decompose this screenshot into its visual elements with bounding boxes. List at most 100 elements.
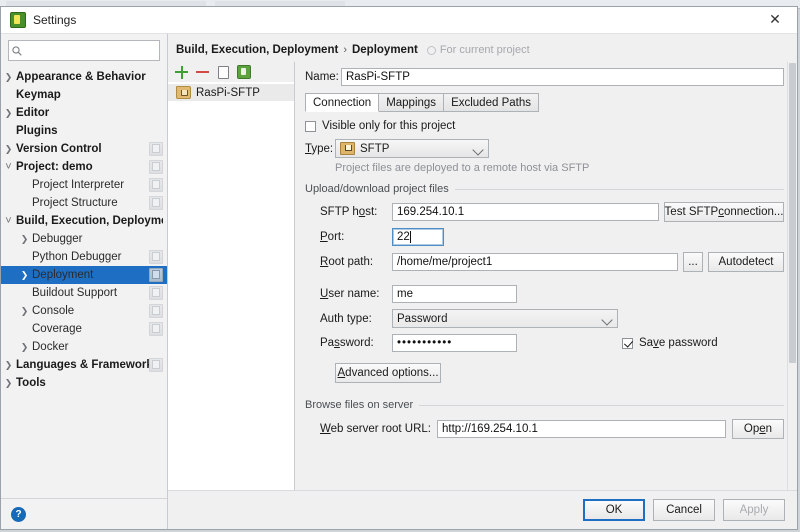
server-list-toolbar [168,62,294,82]
browse-group-header: Browse files on server [305,399,784,411]
sidebar-item-label: Keymap [16,89,61,101]
close-icon[interactable]: ✕ [753,7,797,32]
app-icon [10,12,26,28]
save-password-row[interactable]: Save password [622,337,718,349]
sidebar-item-project-interpreter[interactable]: Project Interpreter [1,176,167,194]
sidebar-item-label: Python Debugger [32,251,122,263]
sidebar-item-build-execution-deployment[interactable]: ˅ Build, Execution, Deployment [1,212,167,230]
remove-server-icon[interactable] [196,66,209,79]
chevron-right-icon[interactable]: ❯ [1,378,16,389]
web-root-row: Web server root URL: http://169.254.10.1… [305,419,784,439]
tab-connection[interactable]: Connection [305,93,380,112]
chevron-right-icon[interactable]: ❯ [17,342,32,353]
form-scrollbar-thumb[interactable] [789,63,796,363]
sidebar-item-console[interactable]: ❯ Console [1,302,167,320]
web-root-input[interactable]: http://169.254.10.1 [437,420,726,438]
form-scrollbar-track[interactable] [787,62,797,490]
cancel-button[interactable]: Cancel [653,499,715,521]
server-list-item[interactable]: RasPi-SFTP [168,84,294,101]
sidebar-item-project-structure[interactable]: Project Structure [1,194,167,212]
breadcrumb-root[interactable]: Build, Execution, Deployment [176,44,338,56]
sidebar-item-tools[interactable]: ❯ Tools [1,374,167,392]
user-name-input[interactable]: me [392,285,517,303]
port-value: 22 [397,231,410,243]
sidebar-item-label: Coverage [32,323,82,335]
chevron-right-icon[interactable]: ❯ [17,306,32,317]
window-title: Settings [33,13,77,27]
tab-excluded-paths[interactable]: Excluded Paths [444,93,539,112]
password-input[interactable]: ••••••••••• [392,334,517,352]
root-path-label: Root path: [320,256,374,268]
save-password-checkbox[interactable] [622,337,633,349]
auth-type-dropdown[interactable]: Password [392,309,618,328]
sidebar-item-editor[interactable]: ❯ Editor [1,104,167,122]
port-input[interactable]: 22 [392,228,444,246]
sidebar-item-deployment[interactable]: ❯ Deployment [1,266,167,284]
title-bar: Settings ✕ [1,7,797,34]
apply-button: Apply [723,499,785,521]
sidebar-item-python-debugger[interactable]: Python Debugger [1,248,167,266]
sidebar-item-debugger[interactable]: ❯ Debugger [1,230,167,248]
root-path-row: Root path: /home/me/project1 ... Autodet… [305,252,784,272]
sidebar-item-label: Docker [32,341,69,353]
name-input[interactable]: RasPi-SFTP [341,68,784,86]
settings-sidebar: ❯ Appearance & Behavior Keymap ❯ Editor Plugi… [1,34,168,529]
sidebar-item-project-demo[interactable]: ˅ Project: demo [1,158,167,176]
chevron-down-icon[interactable]: ˅ [1,161,16,173]
name-row: Name: RasPi-SFTP [305,68,784,86]
search-box[interactable] [8,40,160,61]
open-button[interactable]: Op e n [732,419,784,439]
type-dropdown[interactable]: SFTP [335,139,489,158]
chevron-right-icon[interactable]: ❯ [17,234,32,245]
sidebar-item-appearance-behavior[interactable]: ❯ Appearance & Behavior [1,68,167,86]
sidebar-item-coverage[interactable]: Coverage [1,320,167,338]
ok-button[interactable]: OK [583,499,645,521]
sidebar-item-label: Version Control [16,143,102,155]
settings-window: Settings ✕ ❯ Appearance & Behavior Keymap ❯… [0,6,798,530]
copy-server-icon[interactable] [216,64,229,79]
user-name-label: User name: [320,288,380,300]
user-name-row: User name: me [305,285,784,303]
password-label: Password: [320,337,374,349]
sftp-host-row: SFTP host: 169.254.10.1 Test SFTP c onnec… [305,202,784,222]
sidebar-item-docker[interactable]: ❯ Docker [1,338,167,356]
toggle-visible-icon[interactable] [237,65,251,79]
search-icon [9,45,25,56]
sidebar-item-label: Appearance & Behavior [16,71,146,83]
search-input[interactable] [25,44,145,57]
sidebar-item-languages-frameworks[interactable]: ❯ Languages & Frameworks [1,356,167,374]
help-icon[interactable]: ? [11,506,26,522]
chevron-down-icon[interactable]: ˅ [1,215,16,227]
chevron-right-icon[interactable]: ❯ [1,72,16,83]
config-scope-icon [149,160,163,174]
chevron-right-icon[interactable]: ❯ [1,108,16,119]
visible-only-row[interactable]: Visible only for this project [305,120,784,132]
sidebar-item-version-control[interactable]: ❯ Version Control [1,140,167,158]
autodetect-button[interactable]: Autodetect [708,252,784,272]
chevron-right-icon[interactable]: ❯ [1,144,16,155]
sidebar-item-keymap[interactable]: Keymap [1,86,167,104]
config-scope-icon [149,358,163,372]
advanced-options-button[interactable]: Advanced options... [335,363,441,383]
sidebar-item-plugins[interactable]: Plugins [1,122,167,140]
breadcrumb: Build, Execution, Deployment › Deploymen… [168,34,797,62]
divider [419,404,784,406]
chevron-right-icon[interactable]: ❯ [1,360,16,371]
test-sftp-connection-button[interactable]: Test SFTP c onnection... [664,202,784,222]
dialog-footer: OK Cancel Apply [168,490,797,529]
sidebar-item-label: Debugger [32,233,83,245]
browse-root-path-button[interactable]: ... [683,252,703,272]
chevron-right-icon[interactable]: ❯ [17,270,32,281]
sidebar-item-label: Languages & Frameworks [16,359,149,371]
sidebar-item-buildout-support[interactable]: Buildout Support [1,284,167,302]
add-server-icon[interactable] [175,65,188,79]
root-path-input[interactable]: /home/me/project1 [392,253,678,271]
advanced-options-row: Advanced options... [305,363,784,383]
sidebar-item-label: Project Interpreter [32,179,125,191]
upload-group: Upload/download project files SFTP host:… [305,183,784,383]
sftp-host-input[interactable]: 169.254.10.1 [392,203,659,221]
config-scope-icon [149,196,163,210]
chevron-down-icon [472,144,484,156]
visible-only-checkbox[interactable] [305,120,316,132]
tab-mappings[interactable]: Mappings [379,93,445,112]
